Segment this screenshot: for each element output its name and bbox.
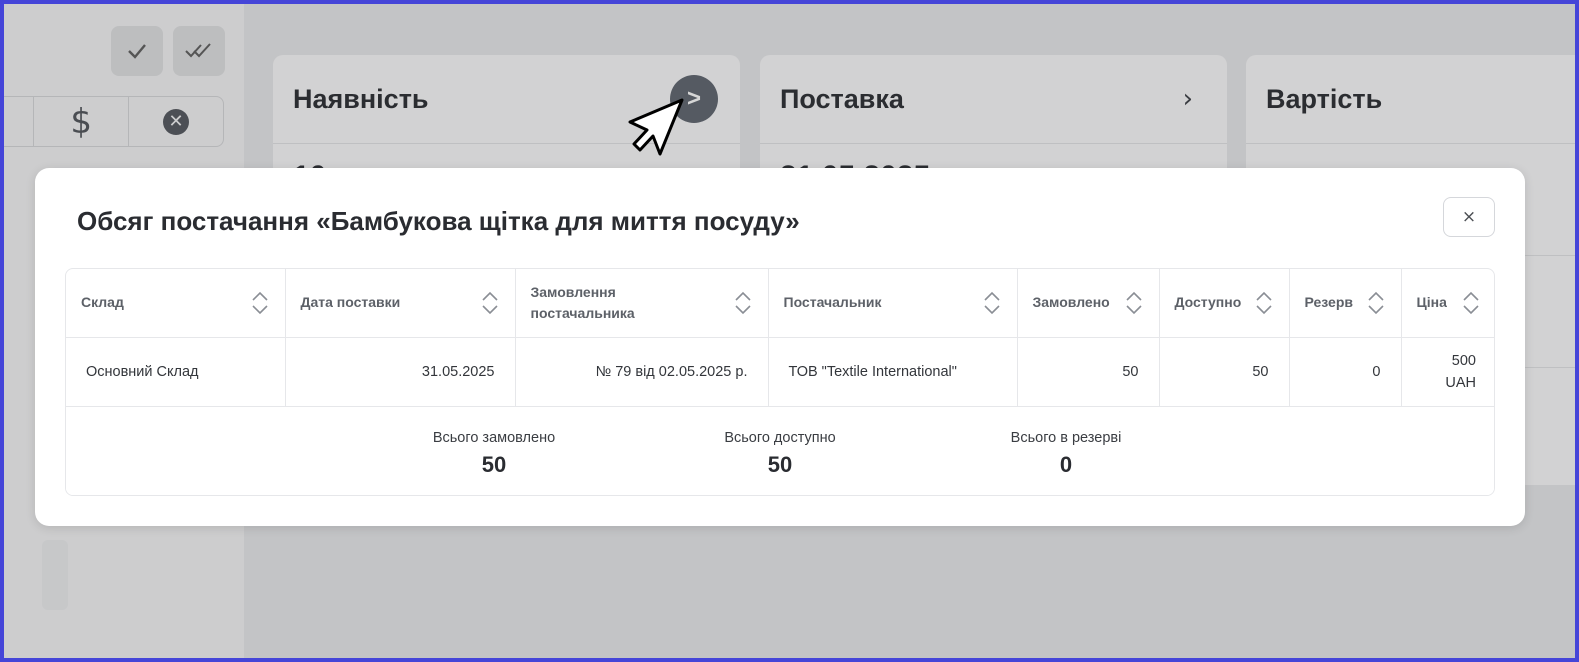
- sort-icon[interactable]: [734, 290, 752, 316]
- sort-icon[interactable]: [251, 290, 269, 316]
- cell-delivery-date: 31.05.2025: [285, 337, 516, 407]
- cell-supplier-order[interactable]: № 79 від 02.05.2025 р.: [515, 337, 769, 407]
- cell-warehouse: Основний Склад: [66, 337, 286, 407]
- supply-table: Склад Дата поставки Замовлення постачаль…: [65, 268, 1495, 496]
- column-header-supplier-order[interactable]: Замовлення постачальника: [515, 269, 769, 338]
- clear-circle-icon: ✕: [163, 108, 190, 135]
- sort-icon[interactable]: [1367, 290, 1385, 316]
- currency-button[interactable]: $: [33, 97, 128, 146]
- sort-icon[interactable]: [481, 290, 499, 316]
- cost-card-title: Вартість: [1266, 83, 1383, 114]
- availability-card-title: Наявність: [293, 83, 429, 114]
- total-ordered: Всього замовлено 50: [394, 430, 594, 478]
- cell-available: 50: [1159, 337, 1290, 407]
- totals-summary: Всього замовлено 50 Всього доступно 50 В…: [66, 406, 1494, 495]
- cell-ordered: 50: [1017, 337, 1160, 407]
- total-reserve-label: Всього в резерві: [1010, 429, 1122, 446]
- column-header-warehouse[interactable]: Склад: [66, 269, 286, 338]
- approve-button[interactable]: [111, 26, 163, 76]
- sort-icon[interactable]: [1255, 290, 1273, 316]
- column-header-delivery-date[interactable]: Дата поставки: [285, 269, 516, 338]
- close-button[interactable]: ×: [1443, 197, 1495, 237]
- total-ordered-value: 50: [481, 451, 507, 477]
- sidebar-placeholder: [42, 540, 68, 610]
- column-header-supplier[interactable]: Постачальник: [768, 269, 1018, 338]
- column-header-available[interactable]: Доступно: [1159, 269, 1290, 338]
- modal-title: Обсяг постачання «Бамбукова щітка для ми…: [77, 206, 800, 236]
- double-check-icon: [185, 43, 211, 58]
- total-reserve-value: 0: [1059, 451, 1073, 477]
- total-ordered-label: Всього замовлено: [432, 429, 556, 446]
- total-available: Всього доступно 50: [680, 430, 880, 478]
- filter-toolbar: $ ✕: [0, 96, 224, 147]
- cell-supplier: ТОВ "Textile International": [768, 337, 1018, 407]
- sort-icon[interactable]: [983, 290, 1001, 316]
- supply-volume-modal: Обсяг постачання «Бамбукова щітка для ми…: [35, 168, 1525, 526]
- total-available-value: 50: [767, 451, 793, 477]
- cell-reserve: 0: [1289, 337, 1402, 407]
- column-header-ordered[interactable]: Замовлено: [1017, 269, 1160, 338]
- mouse-cursor-icon: [628, 98, 684, 156]
- cell-price: 500 UAH: [1401, 337, 1494, 407]
- delivery-card-title: Поставка: [780, 83, 904, 114]
- chevron-right-icon: >: [686, 85, 701, 112]
- clear-button[interactable]: ✕: [128, 97, 223, 146]
- check-icon: [128, 44, 146, 59]
- table-header-row: Склад Дата поставки Замовлення постачаль…: [66, 269, 1494, 338]
- close-icon: ×: [1461, 207, 1477, 227]
- column-header-reserve[interactable]: Резерв: [1289, 269, 1402, 338]
- total-available-label: Всього доступно: [724, 429, 836, 446]
- approve-all-button[interactable]: [173, 26, 225, 76]
- chevron-right-icon[interactable]: ›: [1183, 84, 1207, 114]
- toolbar-segment[interactable]: [0, 97, 33, 146]
- sort-icon[interactable]: [1125, 290, 1143, 316]
- table-row: Основний Склад 31.05.2025 № 79 від 02.05…: [66, 337, 1494, 407]
- total-reserve: Всього в резерві 0: [966, 430, 1166, 478]
- column-header-price[interactable]: Ціна: [1401, 269, 1494, 338]
- sort-icon[interactable]: [1462, 290, 1480, 316]
- dollar-icon: $: [70, 101, 92, 142]
